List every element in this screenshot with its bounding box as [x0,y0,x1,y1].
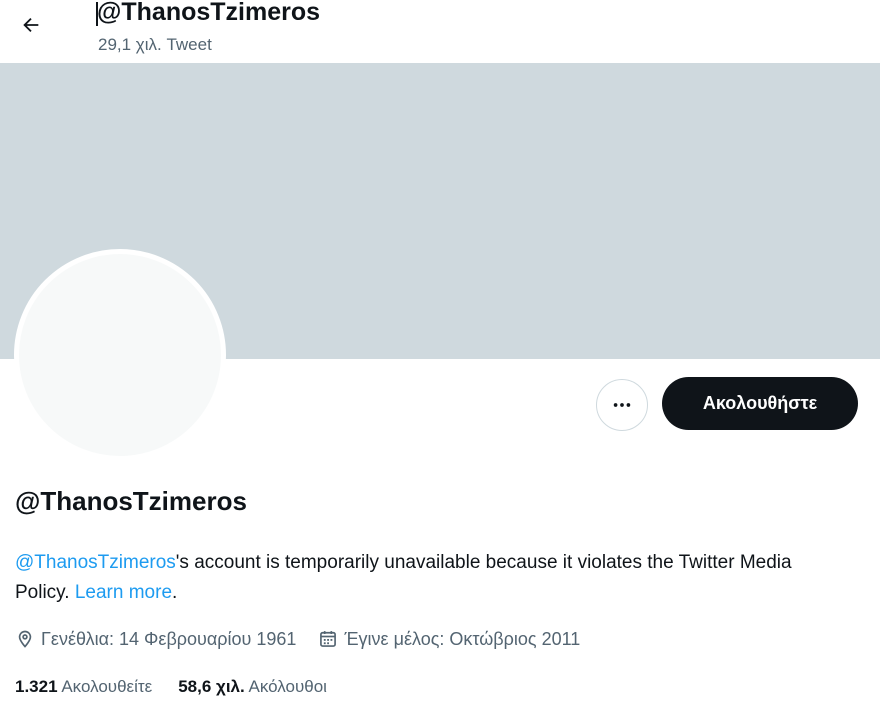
birthday-item: Γενέθλια: 14 Φεβρουαρίου 1961 [15,629,296,650]
joined-item: Έγινε μέλος: Οκτώβριος 2011 [318,629,580,650]
birthday-text: Γενέθλια: 14 Φεβρουαρίου 1961 [41,628,297,649]
profile-handle: @ThanosTzimeros [15,486,247,516]
more-options-button[interactable] [596,379,648,431]
arrow-left-icon [23,17,39,33]
profile-page: @ThanosTzimeros 29,1 χιλ. Tweet Ακολουθή… [0,0,880,701]
follow-button[interactable]: Ακολουθήστε [662,377,858,430]
top-header: @ThanosTzimeros 29,1 χιλ. Tweet [0,0,880,63]
following-label: Ακολουθείτε [61,677,153,696]
header-handle: @ThanosTzimeros [97,0,321,26]
handle-link[interactable]: @ThanosTzimeros [15,552,176,573]
notice-end: . [172,582,178,603]
joined-text: Έγινε μέλος: Οκτώβριος 2011 [344,628,581,649]
profile-meta: Γενέθλια: 14 Φεβρουαρίου 1961 Έγινε μέλο… [15,625,580,653]
account-unavailable-notice: @ThanosTzimeros's account is temporarily… [15,548,845,608]
back-button[interactable] [12,6,50,44]
following-link[interactable]: 1.321 Ακολουθείτε [15,677,152,697]
followers-count: 58,6 χιλ. [178,677,245,696]
more-horizontal-icon [613,403,631,407]
learn-more-link[interactable]: Learn more [75,582,172,603]
followers-label: Ακόλουθοι [248,677,327,696]
avatar[interactable] [14,249,226,461]
followers-link[interactable]: 58,6 χιλ. Ακόλουθοι [178,677,327,697]
calendar-icon [320,631,337,647]
follow-stats: 1.321 Ακολουθείτε 58,6 χιλ. Ακόλουθοι [15,674,327,700]
following-count: 1.321 [15,677,58,696]
header-tweet-count: 29,1 χιλ. Tweet [98,35,212,54]
location-pin-icon [18,630,32,648]
